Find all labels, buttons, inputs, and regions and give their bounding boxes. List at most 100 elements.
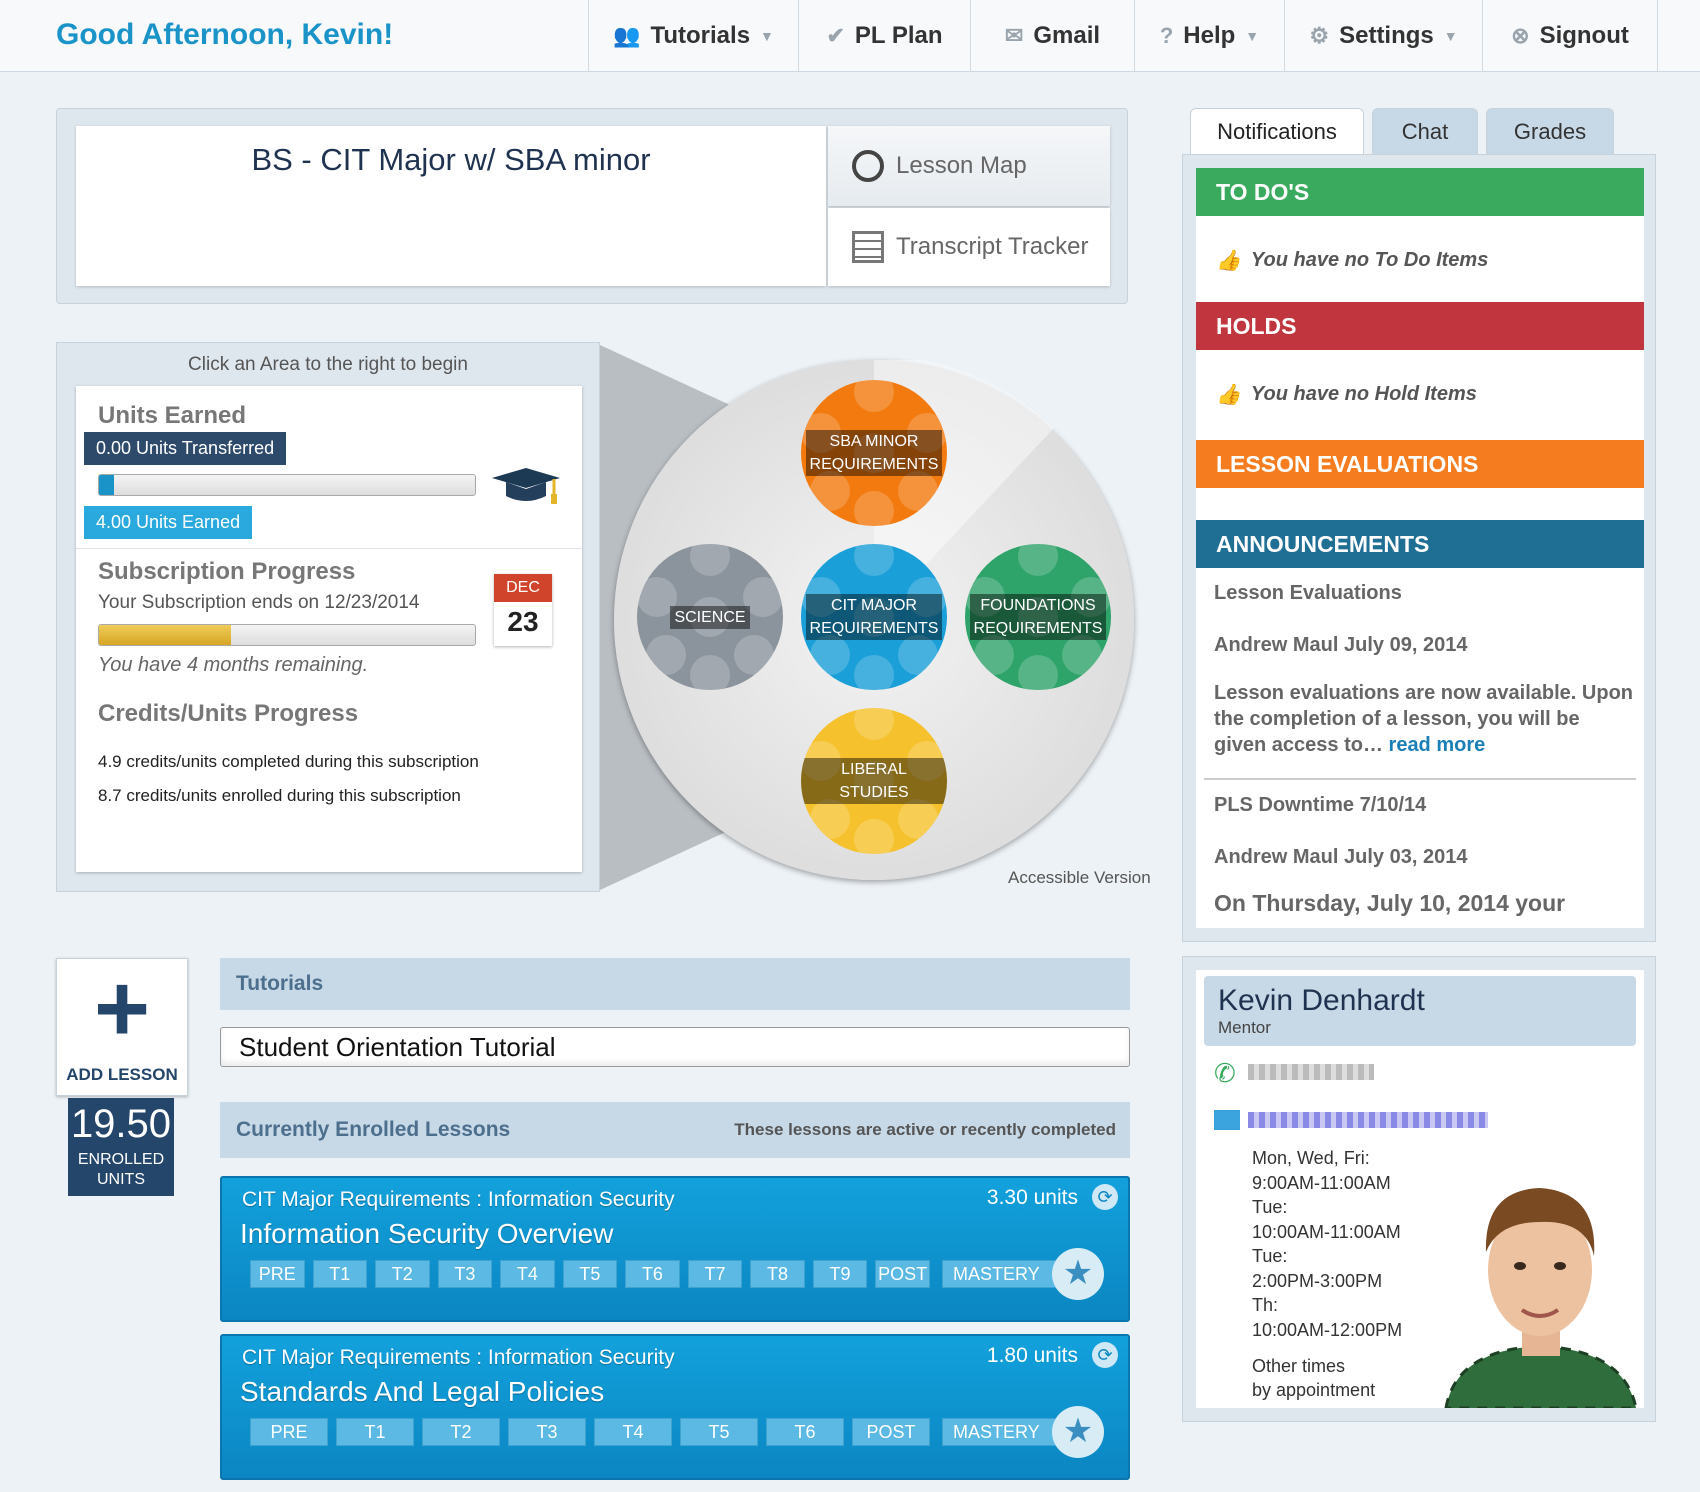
subscription-progress-bar bbox=[98, 624, 476, 646]
circle-icon bbox=[852, 150, 884, 182]
lesson-steps: PRE T1 T2 T3 T4 T5 T6 T7 T8 T9 POST bbox=[250, 1260, 930, 1288]
subscription-progress-fill bbox=[99, 625, 231, 645]
science-label: SCIENCE bbox=[670, 605, 750, 629]
divider bbox=[76, 548, 582, 549]
decorative-dot bbox=[810, 798, 851, 839]
refresh-icon[interactable]: ⟳ bbox=[1092, 1184, 1118, 1210]
calendar-day: 23 bbox=[507, 606, 539, 637]
tab-grades[interactable]: Grades bbox=[1486, 108, 1614, 154]
nav-pl-plan[interactable]: ✔ PL Plan bbox=[798, 0, 970, 72]
enrolled-units-value: 19.50 bbox=[70, 1102, 172, 1146]
decorative-dot bbox=[854, 655, 894, 690]
lesson-card[interactable]: CIT Major Requirements : Information Sec… bbox=[220, 1176, 1130, 1322]
units-progress-fill bbox=[99, 475, 115, 495]
gear-icon: ⚙ bbox=[1309, 23, 1330, 48]
lesson-steps: PRE T1 T2 T3 T4 T5 T6 POST bbox=[250, 1418, 930, 1446]
enrolled-units-label: UNITS bbox=[97, 1171, 145, 1188]
tab-notifications[interactable]: Notifications bbox=[1190, 108, 1364, 154]
nav-help[interactable]: ? Help ▼ bbox=[1134, 0, 1284, 72]
lesson-step-pre[interactable]: PRE bbox=[250, 1260, 305, 1288]
lesson-step-post[interactable]: POST bbox=[852, 1418, 930, 1446]
redacted-phone bbox=[1248, 1064, 1374, 1080]
decorative-dot bbox=[1061, 634, 1102, 675]
lesson-step-t2[interactable]: T2 bbox=[422, 1418, 500, 1446]
months-remaining: You have 4 months remaining. bbox=[98, 654, 369, 676]
decorative-dot bbox=[733, 634, 774, 675]
people-icon: 👥 bbox=[613, 23, 641, 48]
lesson-step-t7[interactable]: T7 bbox=[687, 1260, 743, 1288]
chevron-down-icon: ▼ bbox=[1245, 28, 1260, 44]
lesson-step-t3[interactable]: T3 bbox=[437, 1260, 493, 1288]
lesson-step-t6[interactable]: T6 bbox=[766, 1418, 844, 1446]
accessible-version-link[interactable]: Accessible Version bbox=[1008, 868, 1151, 888]
lesson-step-t9[interactable]: T9 bbox=[812, 1260, 868, 1288]
mentor-photo bbox=[1436, 1170, 1644, 1408]
lesson-card[interactable]: CIT Major Requirements : Information Sec… bbox=[220, 1334, 1130, 1480]
subscription-title: Subscription Progress bbox=[98, 558, 356, 585]
office-hours-line: 2:00PM-3:00PM bbox=[1252, 1270, 1383, 1291]
foundations-area[interactable]: FOUNDATIONS REQUIREMENTS bbox=[965, 544, 1111, 690]
nav-label: Settings bbox=[1339, 22, 1434, 49]
progress-hint: Click an Area to the right to begin bbox=[188, 354, 468, 375]
lesson-step-t6[interactable]: T6 bbox=[625, 1260, 680, 1288]
lesson-step-t8[interactable]: T8 bbox=[750, 1260, 805, 1288]
add-lesson-label: ADD LESSON bbox=[66, 1065, 178, 1084]
lesson-step-t1[interactable]: T1 bbox=[336, 1418, 414, 1446]
cit-major-label: CIT MAJOR REQUIREMENTS bbox=[805, 594, 943, 640]
nav-gmail[interactable]: ✉ Gmail bbox=[970, 0, 1134, 72]
lesson-step-pre[interactable]: PRE bbox=[250, 1418, 328, 1446]
redacted-email[interactable] bbox=[1248, 1112, 1488, 1128]
decorative-dot bbox=[690, 544, 730, 576]
decorative-dot bbox=[854, 708, 894, 740]
lesson-evaluations-header[interactable]: LESSON EVALUATIONS bbox=[1196, 440, 1644, 488]
tab-chat[interactable]: Chat bbox=[1372, 108, 1478, 154]
credits-completed: 4.9 credits/units completed during this … bbox=[98, 752, 479, 771]
todo-empty-text: You have no To Do Items bbox=[1250, 249, 1489, 271]
read-more-link[interactable]: read more bbox=[1389, 734, 1486, 756]
decorative-dot bbox=[854, 544, 894, 576]
units-earned-tag: 4.00 Units Earned bbox=[84, 506, 253, 539]
nav-label: Signout bbox=[1539, 22, 1629, 49]
thumbs-up-icon: 👍 bbox=[1216, 384, 1241, 406]
other-times-line: by appointment bbox=[1252, 1380, 1376, 1400]
mastery-button[interactable]: MASTERY bbox=[942, 1260, 1062, 1288]
decorative-dot bbox=[854, 380, 894, 412]
student-orientation-tutorial[interactable]: Student Orientation Tutorial bbox=[220, 1027, 1130, 1067]
lesson-units: 3.30 units bbox=[986, 1186, 1078, 1209]
nav-settings[interactable]: ⚙ Settings ▼ bbox=[1284, 0, 1482, 72]
decorative-dot bbox=[690, 655, 730, 690]
refresh-icon[interactable]: ⟳ bbox=[1092, 1342, 1118, 1368]
nav-tutorials[interactable]: 👥 Tutorials ▼ bbox=[588, 0, 798, 72]
decorative-dot bbox=[810, 634, 851, 675]
lesson-map-label: Lesson Map bbox=[896, 152, 1027, 179]
other-times-line: Other times bbox=[1252, 1356, 1346, 1376]
nav-signout[interactable]: ⊗ Signout bbox=[1482, 0, 1658, 72]
lesson-step-post[interactable]: POST bbox=[875, 1260, 930, 1288]
mail-icon: ✉ bbox=[1004, 23, 1024, 48]
notifications-list[interactable]: TO DO'S 👍 You have no To Do Items HOLDS 👍… bbox=[1196, 168, 1644, 928]
mail-icon[interactable] bbox=[1214, 1110, 1240, 1130]
lesson-step-t4[interactable]: T4 bbox=[500, 1260, 555, 1288]
sba-minor-label: SBA MINOR REQUIREMENTS bbox=[805, 430, 943, 476]
transcript-tracker-button[interactable]: Transcript Tracker bbox=[828, 208, 1110, 286]
liberal-studies-area[interactable]: LIBERAL STUDIES bbox=[801, 708, 947, 854]
cit-major-area[interactable]: CIT MAJOR REQUIREMENTS bbox=[801, 544, 947, 690]
lesson-step-t4[interactable]: T4 bbox=[594, 1418, 672, 1446]
chevron-down-icon: ▼ bbox=[1443, 28, 1458, 44]
decorative-dot bbox=[854, 819, 894, 854]
decorative-dot bbox=[897, 470, 938, 511]
add-lesson-button[interactable]: + ADD LESSON bbox=[56, 958, 188, 1096]
sba-minor-area[interactable]: SBA MINOR REQUIREMENTS bbox=[801, 380, 947, 526]
nav-label: Tutorials bbox=[650, 22, 751, 49]
liberal-studies-label: LIBERAL STUDIES bbox=[801, 758, 947, 804]
lesson-step-t2[interactable]: T2 bbox=[375, 1260, 430, 1288]
science-area[interactable]: SCIENCE bbox=[637, 544, 783, 690]
lesson-step-t5[interactable]: T5 bbox=[562, 1260, 618, 1288]
lesson-step-t1[interactable]: T1 bbox=[312, 1260, 368, 1288]
mastery-button[interactable]: MASTERY bbox=[942, 1418, 1062, 1446]
decorative-dot bbox=[646, 634, 687, 675]
lesson-subtitle: CIT Major Requirements : Information Sec… bbox=[242, 1188, 675, 1211]
lesson-step-t5[interactable]: T5 bbox=[680, 1418, 758, 1446]
lesson-map-button[interactable]: Lesson Map bbox=[828, 126, 1110, 206]
lesson-step-t3[interactable]: T3 bbox=[508, 1418, 586, 1446]
